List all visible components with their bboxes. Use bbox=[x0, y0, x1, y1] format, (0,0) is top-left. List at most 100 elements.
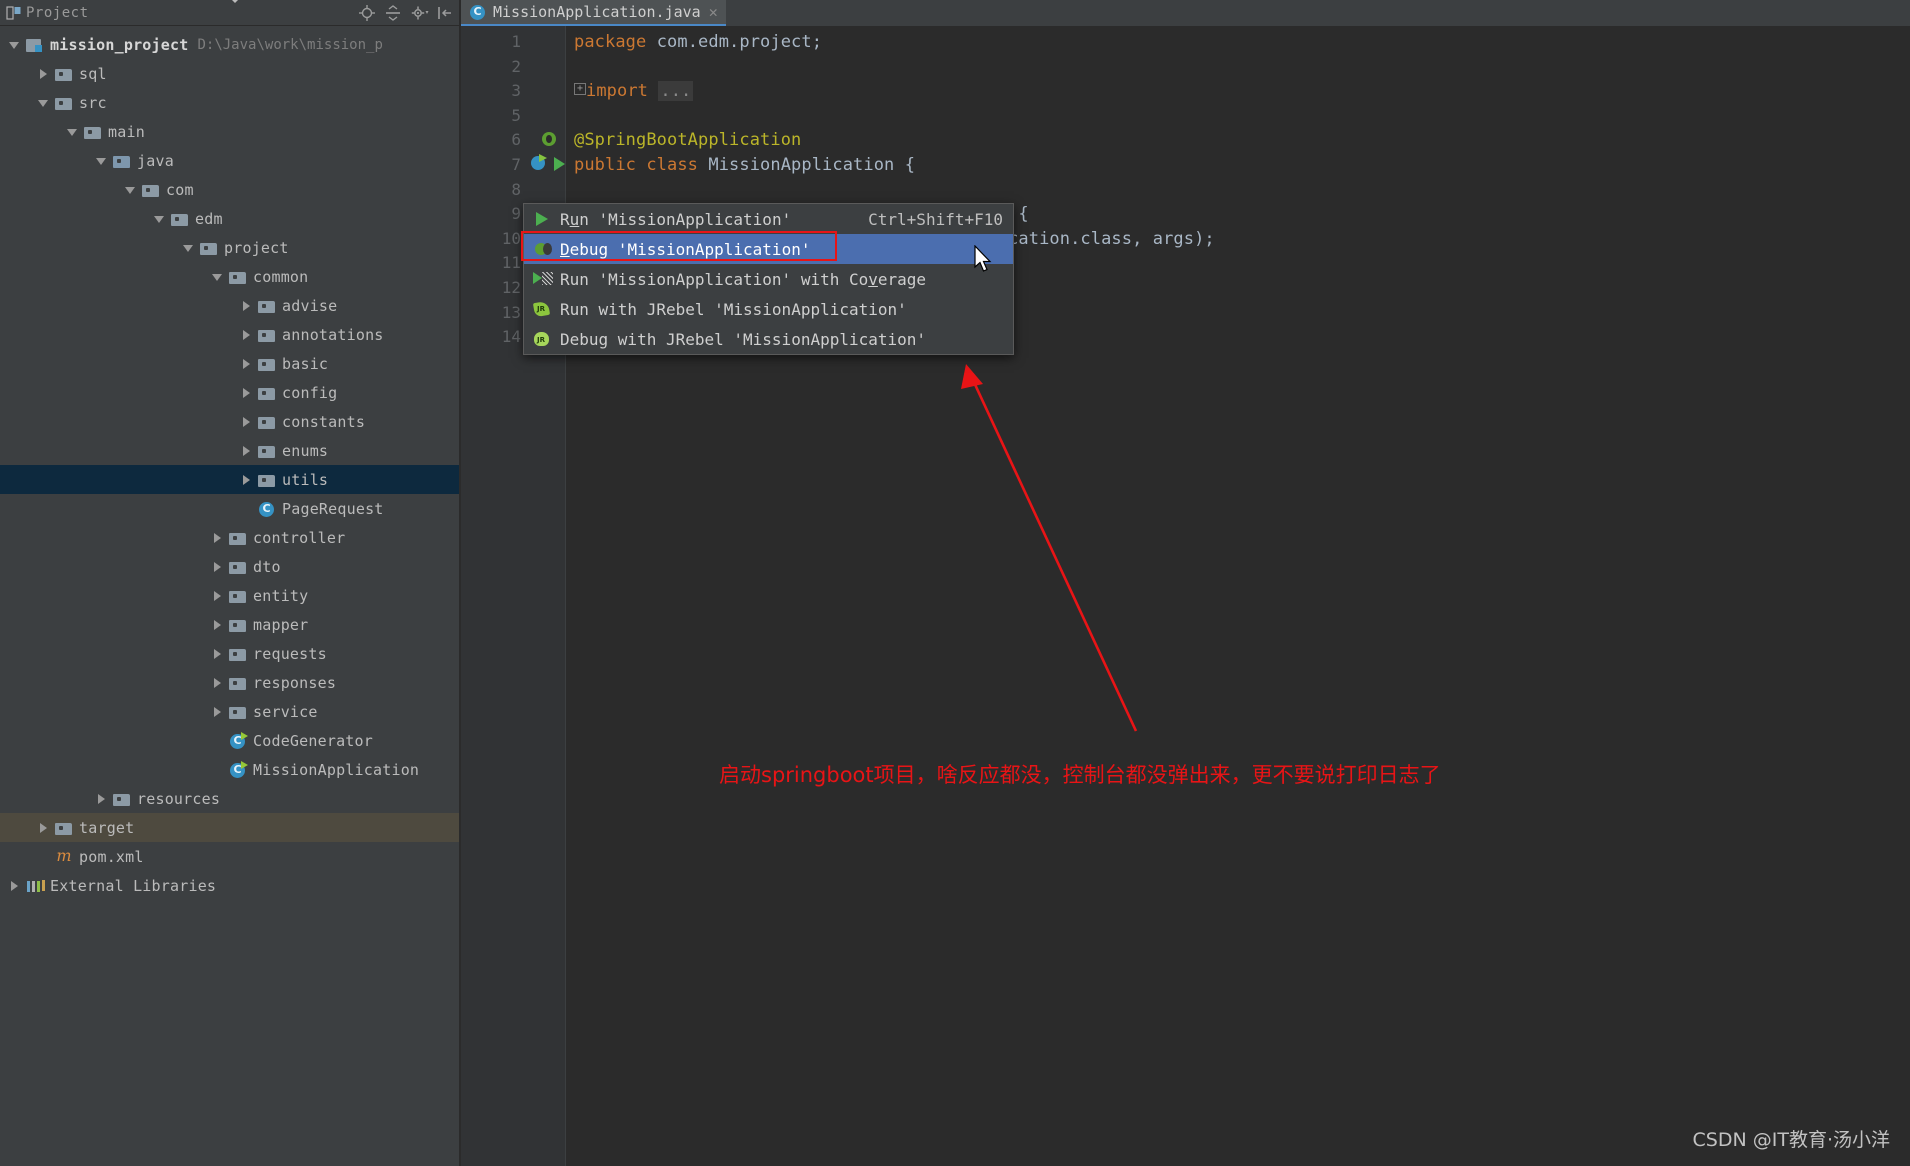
editor-tabbar: MissionApplication.java ✕ bbox=[461, 0, 1910, 26]
tree-toggle-open-icon[interactable] bbox=[8, 38, 22, 52]
tree-toggle-closed-icon[interactable] bbox=[211, 531, 225, 545]
tree-toggle-open-icon[interactable] bbox=[124, 183, 138, 197]
tree-item-src[interactable]: src bbox=[0, 88, 459, 117]
tree-item-mission-project[interactable]: mission_project D:\Java\work\mission_p bbox=[0, 30, 459, 59]
tree-item-requests[interactable]: requests bbox=[0, 639, 459, 668]
tree-toggle-closed-icon[interactable] bbox=[37, 821, 51, 835]
tree-item-label: utils bbox=[282, 470, 329, 489]
runnable-class-icon[interactable] bbox=[529, 154, 549, 174]
close-icon[interactable]: ✕ bbox=[709, 4, 718, 20]
tree-toggle-closed-icon[interactable] bbox=[8, 879, 22, 893]
folder-icon bbox=[142, 182, 160, 198]
tree-item-target[interactable]: target bbox=[0, 813, 459, 842]
tree-toggle-closed-icon[interactable] bbox=[240, 328, 254, 342]
tree-toggle-closed-icon[interactable] bbox=[240, 415, 254, 429]
tree-item-dto[interactable]: dto bbox=[0, 552, 459, 581]
tree-toggle-closed-icon[interactable] bbox=[37, 67, 51, 81]
tree-item-project[interactable]: project bbox=[0, 233, 459, 262]
tree-toggle-closed-icon[interactable] bbox=[211, 647, 225, 661]
menu-item-debug-missionapplication[interactable]: Debug 'MissionApplication' bbox=[524, 234, 1013, 264]
tree-item-enums[interactable]: enums bbox=[0, 436, 459, 465]
tree-item-label: resources bbox=[137, 789, 221, 808]
tree-toggle-closed-icon[interactable] bbox=[95, 792, 109, 806]
editor-tab-missionapplication[interactable]: MissionApplication.java ✕ bbox=[461, 0, 726, 26]
tree-toggle-closed-icon[interactable] bbox=[211, 560, 225, 574]
tree-toggle-closed-icon[interactable] bbox=[240, 444, 254, 458]
menu-item-run-missionapplication-with-coverage[interactable]: Run 'MissionApplication' with Coverage bbox=[524, 264, 1013, 294]
tree-item-label: requests bbox=[253, 644, 327, 663]
tree-item-utils[interactable]: utils bbox=[0, 465, 459, 494]
folder-icon bbox=[258, 472, 276, 488]
tree-toggle-closed-icon[interactable] bbox=[240, 473, 254, 487]
tree-item-pagerequest[interactable]: PageRequest bbox=[0, 494, 459, 523]
tree-item-basic[interactable]: basic bbox=[0, 349, 459, 378]
tree-item-external-libraries[interactable]: External Libraries bbox=[0, 871, 459, 900]
tree-item-entity[interactable]: entity bbox=[0, 581, 459, 610]
project-tree[interactable]: mission_project D:\Java\work\mission_p sql… bbox=[0, 26, 459, 900]
tree-item-common[interactable]: common bbox=[0, 262, 459, 291]
line-number: 6 bbox=[511, 130, 521, 150]
folder-icon bbox=[229, 269, 247, 285]
tree-item-service[interactable]: service bbox=[0, 697, 459, 726]
line-number: 10 bbox=[501, 228, 521, 248]
line-number: 11 bbox=[501, 253, 521, 273]
code-token: package bbox=[574, 32, 657, 52]
tree-toggle-closed-icon[interactable] bbox=[211, 676, 225, 690]
folder-icon bbox=[229, 530, 247, 546]
tree-item-java[interactable]: java bbox=[0, 146, 459, 175]
line-number: 14 bbox=[501, 327, 521, 347]
tree-item-constants[interactable]: constants bbox=[0, 407, 459, 436]
menu-item-debug-with-jrebel-missionapplication[interactable]: Debug with JRebel 'MissionApplication' bbox=[524, 324, 1013, 354]
editor-gutter[interactable]: 1 2 3 5 6 7 8 9 10 11 12 13 14 bbox=[461, 26, 566, 1166]
tree-toggle-open-icon[interactable] bbox=[66, 125, 80, 139]
chevron-down-icon[interactable] bbox=[228, 0, 241, 22]
menu-item-label: Run 'MissionApplication' bbox=[560, 209, 792, 229]
tree-item-responses[interactable]: responses bbox=[0, 668, 459, 697]
hide-panel-icon[interactable] bbox=[437, 5, 453, 21]
tree-item-sql[interactable]: sql bbox=[0, 59, 459, 88]
code-content[interactable]: package com.edm.project; + import ... @Spri… bbox=[566, 26, 1910, 1166]
jrebel-debug-icon bbox=[532, 330, 554, 348]
tree-toggle-closed-icon[interactable] bbox=[240, 299, 254, 313]
collapse-all-icon[interactable] bbox=[385, 5, 401, 21]
tree-toggle-closed-icon[interactable] bbox=[240, 357, 254, 371]
tree-item-pom-xml[interactable]: pom.xml bbox=[0, 842, 459, 871]
java-class-icon bbox=[258, 501, 276, 517]
line-number: 1 bbox=[511, 32, 521, 51]
tree-toggle-closed-icon[interactable] bbox=[211, 589, 225, 603]
line-number: 3 bbox=[511, 81, 521, 101]
tree-toggle-open-icon[interactable] bbox=[211, 270, 225, 284]
tree-item-edm[interactable]: edm bbox=[0, 204, 459, 233]
menu-item-run-missionapplication[interactable]: Run 'MissionApplication' Ctrl+Shift+F10 bbox=[524, 204, 1013, 234]
project-panel-title: Project bbox=[26, 4, 89, 21]
project-tool-window: Project mission_project D:\Java\work\mis… bbox=[0, 0, 460, 1166]
fold-expand-icon[interactable]: + bbox=[574, 83, 586, 96]
tree-item-com[interactable]: com bbox=[0, 175, 459, 204]
java-runnable-class-icon bbox=[229, 760, 248, 778]
tree-toggle-open-icon[interactable] bbox=[182, 241, 196, 255]
tree-toggle-closed-icon[interactable] bbox=[240, 386, 254, 400]
tree-toggle-open-icon[interactable] bbox=[37, 96, 51, 110]
spring-bean-icon[interactable] bbox=[539, 129, 559, 149]
tree-item-controller[interactable]: controller bbox=[0, 523, 459, 552]
tree-toggle-closed-icon[interactable] bbox=[211, 618, 225, 632]
settings-gear-icon[interactable] bbox=[411, 5, 429, 21]
tree-item-resources[interactable]: resources bbox=[0, 784, 459, 813]
tree-toggle-closed-icon[interactable] bbox=[211, 705, 225, 719]
tree-toggle-open-icon[interactable] bbox=[95, 154, 109, 168]
menu-item-shortcut: Ctrl+Shift+F10 bbox=[868, 209, 1003, 229]
tree-item-missionapplication[interactable]: MissionApplication bbox=[0, 755, 459, 784]
menu-item-run-with-jrebel-missionapplication[interactable]: Run with JRebel 'MissionApplication' bbox=[524, 294, 1013, 324]
tree-item-mapper[interactable]: mapper bbox=[0, 610, 459, 639]
tree-toggle-open-icon[interactable] bbox=[153, 212, 167, 226]
tree-item-main[interactable]: main bbox=[0, 117, 459, 146]
tree-item-annotations[interactable]: annotations bbox=[0, 320, 459, 349]
tree-item-config[interactable]: config bbox=[0, 378, 459, 407]
code-line: + import ... bbox=[574, 81, 694, 102]
tree-item-advise[interactable]: advise bbox=[0, 291, 459, 320]
run-context-menu[interactable]: Run 'MissionApplication' Ctrl+Shift+F10 De… bbox=[523, 203, 1014, 355]
tree-item-codegenerator[interactable]: CodeGenerator bbox=[0, 726, 459, 755]
folder-icon bbox=[229, 646, 247, 662]
locate-icon[interactable] bbox=[359, 5, 375, 21]
